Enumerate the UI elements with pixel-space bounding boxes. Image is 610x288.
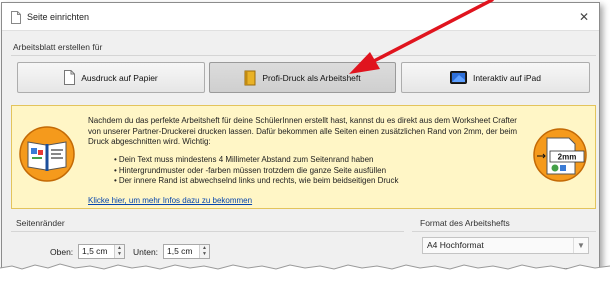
format-selected-value: A4 Hochformat	[427, 240, 484, 250]
window-title: Seite einrichten	[27, 12, 90, 22]
interactive-ipad-label: Interaktiv auf iPad	[472, 72, 542, 83]
page-icon	[64, 70, 76, 85]
group-divider	[11, 231, 404, 232]
group-divider	[11, 55, 596, 56]
info-box: Nachdem du das perfekte Arbeitsheft für …	[11, 105, 596, 209]
close-button[interactable]: ✕	[575, 9, 593, 25]
info-bullet-list: Dein Text muss mindestens 4 Millimeter A…	[114, 155, 514, 187]
list-item: Dein Text muss mindestens 4 Millimeter A…	[114, 155, 514, 166]
professional-print-label: Profi-Druck als Arbeitsheft	[262, 72, 361, 83]
title-bar: Seite einrichten ✕	[2, 3, 599, 31]
interactive-ipad-button[interactable]: Interaktiv auf iPad	[401, 62, 590, 93]
ipad-icon	[449, 71, 467, 84]
format-dropdown[interactable]: A4 Hochformat ▼	[422, 237, 589, 254]
professional-print-button[interactable]: Profi-Druck als Arbeitsheft	[209, 62, 396, 93]
format-group-label: Format des Arbeitshefts	[420, 218, 510, 228]
more-info-link[interactable]: Klicke hier, um mehr Infos dazu zu bekom…	[88, 196, 252, 205]
print-paper-button[interactable]: Ausdruck auf Papier	[17, 62, 205, 93]
document-icon	[11, 11, 21, 24]
bleed-margin-icon: 2mm	[533, 128, 587, 182]
print-paper-label: Ausdruck auf Papier	[81, 72, 158, 83]
booklet-icon	[244, 70, 256, 85]
page-setup-dialog: Seite einrichten ✕ Arbeitsblatt erstelle…	[1, 2, 600, 288]
bottom-margin-value: 1,5 cm	[167, 246, 193, 256]
margins-group-label: Seitenränder	[16, 218, 65, 228]
open-book-icon	[19, 126, 75, 182]
bleed-size-label: 2mm	[558, 153, 577, 162]
mode-group-label: Arbeitsblatt erstellen für	[13, 42, 103, 52]
torn-edge-overlay	[0, 263, 610, 288]
info-paragraph: Nachdem du das perfekte Arbeitsheft für …	[88, 116, 518, 146]
top-margin-value: 1,5 cm	[82, 246, 108, 256]
group-divider	[412, 231, 596, 232]
list-item: Der innere Rand ist abwechselnd links un…	[114, 176, 514, 187]
list-item: Hintergrundmuster oder -farben müssen tr…	[114, 166, 514, 177]
chevron-down-icon[interactable]: ▼	[573, 238, 588, 253]
